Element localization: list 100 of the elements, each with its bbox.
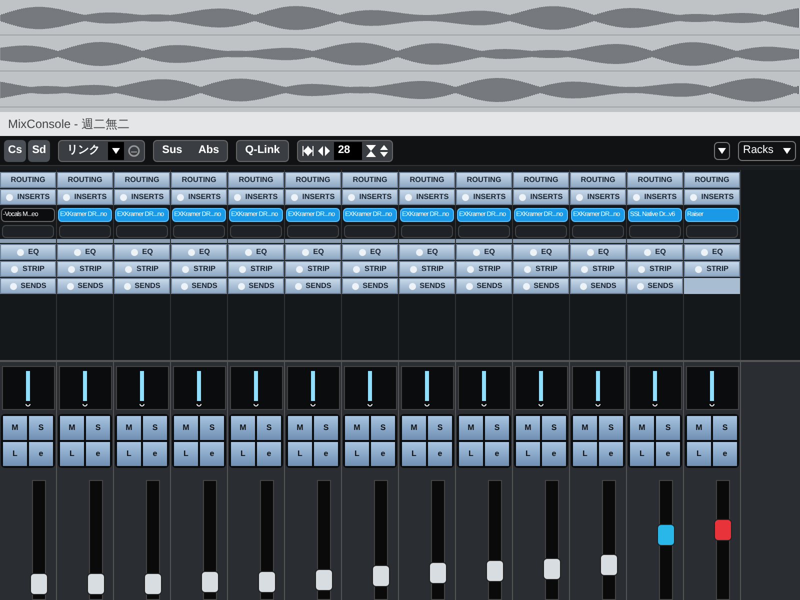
channel-button[interactable]: L xyxy=(516,442,540,466)
empty-insert-slot[interactable] xyxy=(287,225,339,238)
channel-button[interactable]: e xyxy=(29,442,53,466)
channel-button[interactable]: L xyxy=(117,442,141,466)
channel-button[interactable]: M xyxy=(231,416,255,440)
power-dot-icon[interactable] xyxy=(701,248,708,256)
power-dot-icon[interactable] xyxy=(576,194,584,200)
power-dot-icon[interactable] xyxy=(188,248,196,256)
power-dot-icon[interactable] xyxy=(120,194,128,200)
channel-button[interactable]: M xyxy=(60,416,84,440)
channel-button[interactable]: L xyxy=(687,442,711,466)
channel-button[interactable]: M xyxy=(345,416,369,440)
power-dot-icon[interactable] xyxy=(291,194,298,200)
power-dot-icon[interactable] xyxy=(66,282,74,290)
channel-button[interactable]: M xyxy=(3,416,27,440)
empty-insert-slot[interactable] xyxy=(629,225,681,238)
empty-insert-slot[interactable] xyxy=(344,225,396,238)
power-dot-icon[interactable] xyxy=(125,266,132,272)
empty-insert-slot[interactable] xyxy=(116,225,168,238)
empty-insert-slot[interactable] xyxy=(458,225,510,238)
power-dot-icon[interactable] xyxy=(180,282,188,290)
fader-track[interactable] xyxy=(658,480,672,600)
power-dot-icon[interactable] xyxy=(638,266,646,272)
channel-button[interactable]: e xyxy=(428,442,452,466)
power-dot-icon[interactable] xyxy=(124,282,131,290)
power-dot-icon[interactable] xyxy=(473,248,480,256)
power-dot-icon[interactable] xyxy=(17,248,24,256)
power-dot-icon[interactable] xyxy=(182,266,190,272)
fader-track[interactable] xyxy=(260,480,274,600)
channel-button[interactable]: S xyxy=(428,416,452,440)
channel-button[interactable]: M xyxy=(288,416,312,440)
channel-button[interactable]: M xyxy=(687,416,711,440)
channel-button[interactable]: S xyxy=(599,416,623,440)
channel-button[interactable]: S xyxy=(371,416,395,440)
power-dot-icon[interactable] xyxy=(410,266,418,272)
channel-button[interactable]: S xyxy=(656,416,680,440)
empty-insert-slot[interactable] xyxy=(572,225,624,238)
empty-insert-slot[interactable] xyxy=(2,225,54,238)
power-dot-icon[interactable] xyxy=(294,282,302,290)
fader-track[interactable] xyxy=(316,480,330,600)
channel-button[interactable]: L xyxy=(345,442,369,466)
empty-insert-slot[interactable] xyxy=(173,225,225,238)
power-dot-icon[interactable] xyxy=(63,194,70,200)
q-link-button[interactable]: Q-Link xyxy=(236,140,289,162)
fader-handle[interactable] xyxy=(486,560,504,582)
channel-button[interactable]: e xyxy=(86,442,110,466)
power-dot-icon[interactable] xyxy=(633,194,640,200)
channel-button[interactable]: L xyxy=(60,442,84,466)
empty-insert-slot[interactable] xyxy=(515,225,567,238)
channel-button[interactable]: e xyxy=(371,442,395,466)
power-dot-icon[interactable] xyxy=(11,266,18,272)
power-dot-icon[interactable] xyxy=(234,194,242,200)
power-dot-icon[interactable] xyxy=(359,248,366,256)
channel-button[interactable]: S xyxy=(29,416,53,440)
channel-button[interactable]: S xyxy=(143,416,167,440)
channel-button[interactable]: S xyxy=(713,416,737,440)
power-dot-icon[interactable] xyxy=(239,266,246,272)
power-dot-icon[interactable] xyxy=(352,282,359,290)
channel-button[interactable]: M xyxy=(573,416,597,440)
power-dot-icon[interactable] xyxy=(408,282,416,290)
fader-track[interactable] xyxy=(88,480,102,600)
channel-button[interactable]: L xyxy=(630,442,654,466)
empty-insert-slot[interactable] xyxy=(686,225,738,238)
edit-icon[interactable] xyxy=(128,144,140,156)
fader-handle[interactable] xyxy=(200,571,218,594)
channel-button[interactable]: S xyxy=(314,416,338,440)
channel-button[interactable]: L xyxy=(573,442,597,466)
power-dot-icon[interactable] xyxy=(348,194,356,200)
fader-handle[interactable] xyxy=(314,569,332,592)
power-dot-icon[interactable] xyxy=(245,248,252,256)
fader-handle[interactable] xyxy=(542,558,560,580)
power-dot-icon[interactable] xyxy=(690,194,698,200)
power-dot-icon[interactable] xyxy=(530,248,538,256)
power-dot-icon[interactable] xyxy=(644,248,652,256)
power-dot-icon[interactable] xyxy=(636,282,644,290)
channel-button[interactable]: L xyxy=(402,442,426,466)
fader-handle[interactable] xyxy=(258,571,276,594)
power-dot-icon[interactable] xyxy=(581,266,588,272)
channel-button[interactable]: e xyxy=(485,442,509,466)
power-dot-icon[interactable] xyxy=(416,248,424,256)
empty-insert-slot[interactable] xyxy=(230,225,282,238)
power-dot-icon[interactable] xyxy=(74,248,82,256)
fader-handle[interactable] xyxy=(144,573,162,596)
channel-button[interactable]: L xyxy=(174,442,198,466)
channel-button[interactable]: e xyxy=(656,442,680,466)
channel-button[interactable]: M xyxy=(402,416,426,440)
channel-button[interactable]: S xyxy=(86,416,110,440)
channel-button[interactable]: e xyxy=(599,442,623,466)
power-dot-icon[interactable] xyxy=(296,266,304,272)
channel-button[interactable]: L xyxy=(231,442,255,466)
fader-handle[interactable] xyxy=(428,562,446,584)
channel-button[interactable]: L xyxy=(3,442,27,466)
channel-button[interactable]: e xyxy=(257,442,281,466)
fader-track[interactable] xyxy=(716,480,730,600)
power-dot-icon[interactable] xyxy=(405,194,412,200)
fader-track[interactable] xyxy=(430,480,444,600)
power-dot-icon[interactable] xyxy=(238,282,245,290)
power-dot-icon[interactable] xyxy=(10,282,17,290)
power-dot-icon[interactable] xyxy=(580,282,587,290)
fader-track[interactable] xyxy=(32,480,46,600)
